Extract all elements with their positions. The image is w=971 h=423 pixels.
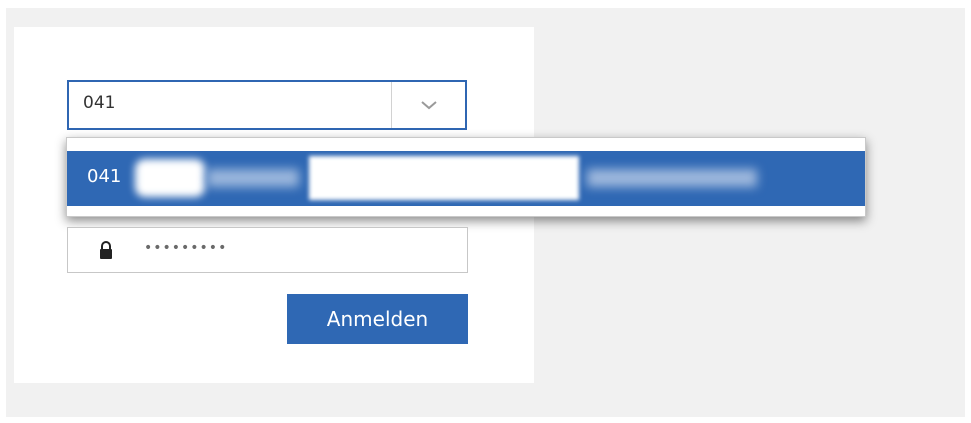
account-combobox[interactable] xyxy=(67,80,467,130)
password-field[interactable]: ••••••••• xyxy=(67,227,468,273)
redacted-region xyxy=(207,169,299,187)
dropdown-option-text: 041 xyxy=(87,166,122,187)
dropdown-option-selected[interactable]: 041 xyxy=(67,151,865,206)
account-input[interactable] xyxy=(83,93,383,113)
redacted-region xyxy=(135,159,205,197)
redacted-region xyxy=(309,156,579,200)
combo-dropdown-button[interactable] xyxy=(392,82,465,128)
lock-icon xyxy=(98,240,114,260)
password-masked-value: ••••••••• xyxy=(144,240,228,256)
chevron-down-icon xyxy=(420,96,438,115)
redacted-region xyxy=(587,169,757,187)
login-button[interactable]: Anmelden xyxy=(287,294,468,344)
account-dropdown-list: 041 xyxy=(66,137,866,217)
